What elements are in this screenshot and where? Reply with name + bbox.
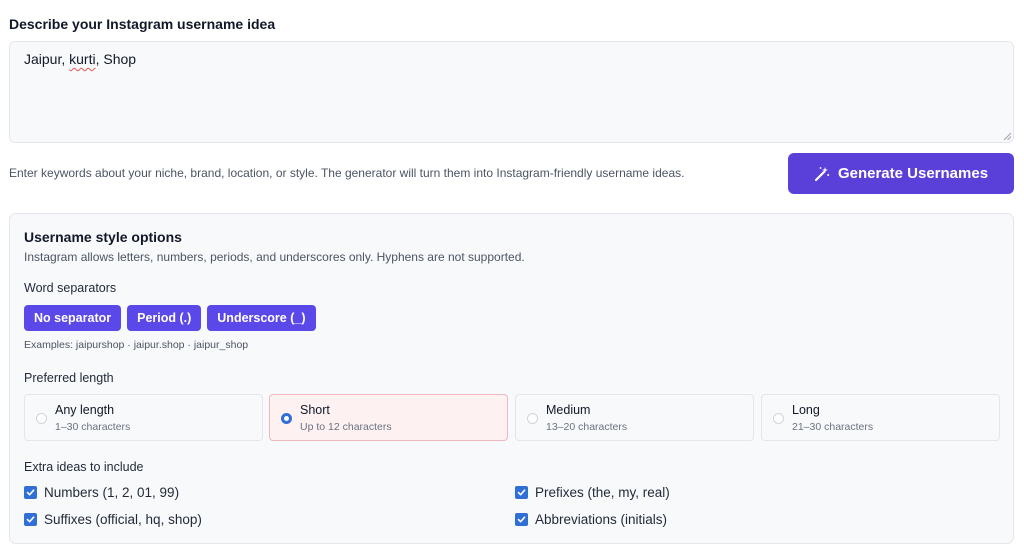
- length-option-title: Medium: [546, 403, 591, 417]
- checkbox-checked-icon[interactable]: [515, 486, 528, 499]
- length-option-subtitle: Up to 12 characters: [300, 421, 392, 433]
- separator-examples: Examples: jaipurshop · jaipur.shop · jai…: [24, 339, 249, 351]
- suffixes-checkbox-item[interactable]: Suffixes (official, hq, shop): [24, 512, 202, 527]
- textarea-value: Jaipur, kurti, Shop: [24, 51, 137, 67]
- checkbox-checked-icon[interactable]: [515, 513, 528, 526]
- length-option-title: Any length: [55, 403, 115, 417]
- radio-button[interactable]: [527, 413, 538, 424]
- input-heading: Describe your Instagram username idea: [9, 16, 276, 32]
- length-option-short[interactable]: Short Up to 12 characters: [269, 394, 508, 441]
- checkbox-checked-icon[interactable]: [24, 513, 37, 526]
- abbreviations-checkbox-item[interactable]: Abbreviations (initials): [515, 512, 667, 527]
- generate-usernames-button[interactable]: Generate Usernames: [788, 153, 1014, 194]
- no-separator-button[interactable]: No separator: [24, 305, 122, 331]
- length-option-title: Long: [792, 403, 820, 417]
- length-option-medium[interactable]: Medium 13–20 characters: [515, 394, 754, 441]
- checkbox-label: Prefixes (the, my, real): [535, 485, 670, 500]
- checkbox-checked-icon[interactable]: [24, 486, 37, 499]
- radio-button-checked[interactable]: [281, 413, 292, 424]
- length-option-subtitle: 1–30 characters: [55, 421, 131, 433]
- spellcheck-word: kurti: [69, 51, 96, 67]
- length-option-subtitle: 21–30 characters: [792, 421, 874, 433]
- radio-button[interactable]: [773, 413, 784, 424]
- helper-text: Enter keywords about your niche, brand, …: [9, 166, 685, 180]
- resize-grip-icon[interactable]: [1003, 132, 1011, 140]
- options-subtitle: Instagram allows letters, numbers, perio…: [24, 250, 525, 264]
- period-separator-button[interactable]: Period (.): [127, 305, 202, 331]
- options-title: Username style options: [24, 229, 182, 245]
- underscore-separator-button[interactable]: Underscore (_): [207, 305, 316, 331]
- checkbox-label: Suffixes (official, hq, shop): [44, 512, 202, 527]
- checkbox-label: Abbreviations (initials): [535, 512, 668, 527]
- generate-label: Generate Usernames: [837, 165, 989, 182]
- prefixes-checkbox-item[interactable]: Prefixes (the, my, real): [515, 485, 670, 500]
- username-idea-textarea[interactable]: Jaipur, kurti, Shop: [9, 41, 1014, 143]
- username-style-options-panel: Username style options Instagram allows …: [9, 213, 1014, 544]
- length-option-subtitle: 13–20 characters: [546, 421, 628, 433]
- extra-ideas-label: Extra ideas to include: [24, 460, 144, 474]
- radio-button[interactable]: [36, 413, 47, 424]
- length-option-any[interactable]: Any length 1–30 characters: [24, 394, 263, 441]
- word-separators-label: Word separators: [24, 281, 117, 295]
- length-option-long[interactable]: Long 21–30 characters: [761, 394, 1000, 441]
- magic-wand-icon: [814, 166, 830, 181]
- preferred-length-label: Preferred length: [24, 371, 114, 385]
- length-option-title: Short: [300, 403, 330, 417]
- separator-button-group: No separator Period (.) Underscore (_): [24, 305, 316, 331]
- checkbox-label: Numbers (1, 2, 01, 99): [44, 485, 180, 500]
- numbers-checkbox-item[interactable]: Numbers (1, 2, 01, 99): [24, 485, 179, 500]
